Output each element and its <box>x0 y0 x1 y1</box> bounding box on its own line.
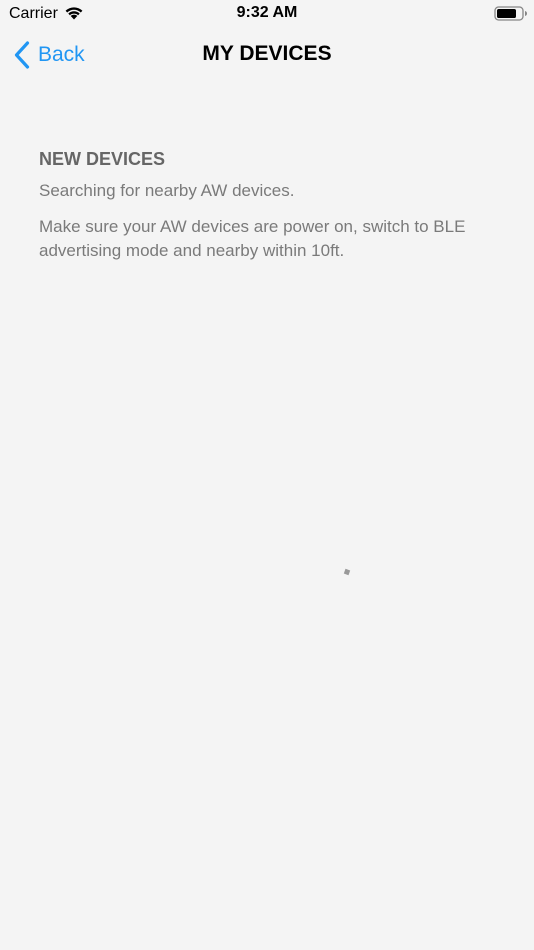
battery-icon <box>494 6 527 21</box>
searching-status-text: Searching for nearby AW devices. <box>39 181 295 200</box>
section-title: NEW DEVICES <box>39 149 166 169</box>
status-bar: Carrier 9:32 AM <box>0 0 534 28</box>
activity-spinner-icon <box>343 568 351 576</box>
page-title: MY DEVICES <box>202 42 332 65</box>
new-devices-section: NEW DEVICES Searching for nearby AW devi… <box>39 148 499 263</box>
status-time: 9:32 AM <box>236 4 298 21</box>
instructions-text: Make sure your AW devices are power on, … <box>39 217 466 260</box>
navigation-bar: Back MY DEVICES <box>0 28 534 82</box>
